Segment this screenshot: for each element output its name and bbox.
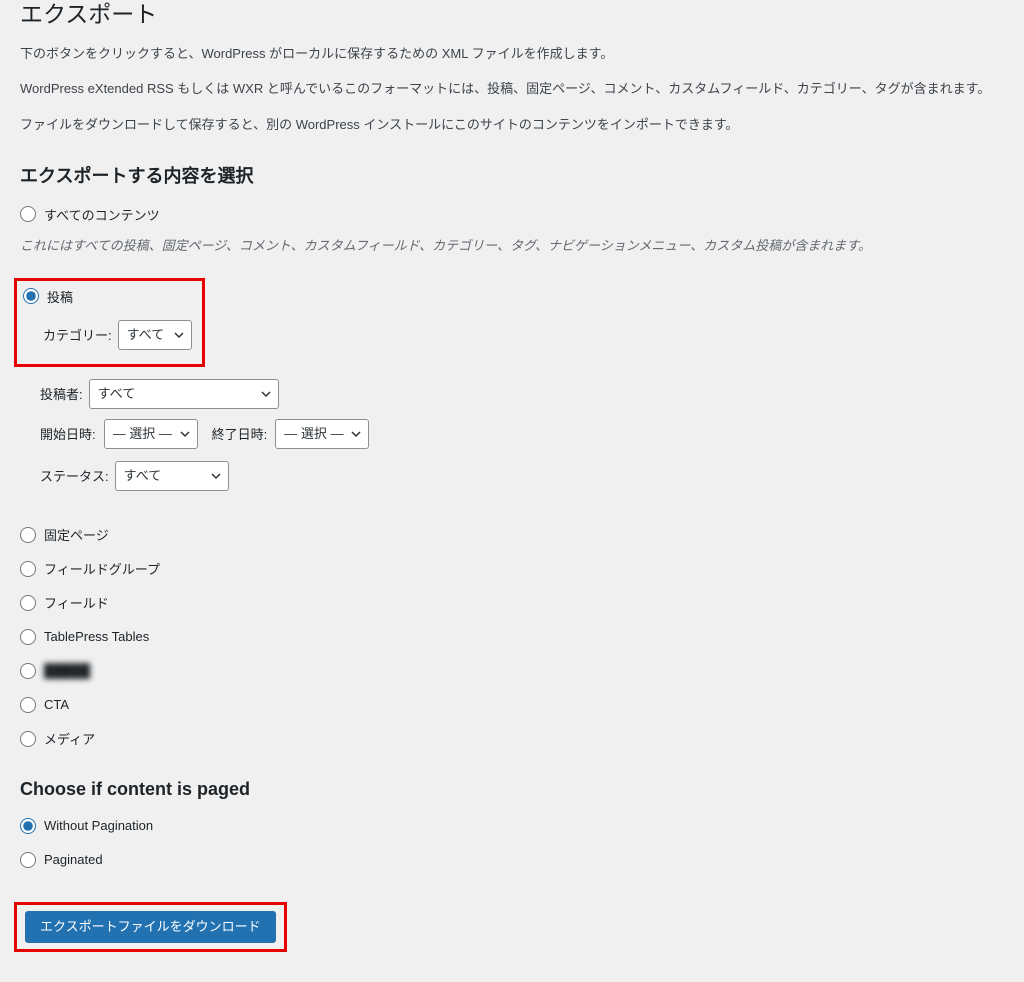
radio-paginated-label[interactable]: Paginated [44, 852, 103, 867]
start-date-label: 開始日時: [40, 424, 96, 443]
page-title: エクスポート [20, 0, 1004, 30]
all-content-note: これにはすべての投稿、固定ページ、コメント、カスタムフィールド、カテゴリー、タグ… [20, 236, 1004, 256]
radio-fields-label[interactable]: フィールド [44, 593, 109, 612]
radio-field-groups-label[interactable]: フィールドグループ [44, 559, 160, 578]
choose-content-heading: エクスポートする内容を選択 [20, 162, 1004, 188]
highlight-download-box: エクスポートファイルをダウンロード [14, 902, 287, 952]
radio-field-groups[interactable] [20, 561, 36, 577]
radio-all-content-label[interactable]: すべてのコンテンツ [44, 205, 160, 224]
radio-without-pagination-label[interactable]: Without Pagination [44, 818, 153, 833]
export-description-2: WordPress eXtended RSS もしくは WXR と呼んでいるこの… [20, 79, 1004, 99]
radio-posts-label[interactable]: 投稿 [47, 287, 73, 306]
export-description-3: ファイルをダウンロードして保存すると、別の WordPress インストールにこ… [20, 115, 1004, 135]
radio-cta-label[interactable]: CTA [44, 697, 69, 712]
export-description-1: 下のボタンをクリックすると、WordPress がローカルに保存するための XM… [20, 44, 1004, 64]
radio-media[interactable] [20, 731, 36, 747]
radio-tablepress[interactable] [20, 629, 36, 645]
radio-all-content[interactable] [20, 206, 36, 222]
category-label: カテゴリー: [43, 325, 112, 344]
radio-pages-label[interactable]: 固定ページ [44, 525, 109, 544]
status-label: ステータス: [40, 466, 109, 485]
radio-tablepress-label[interactable]: TablePress Tables [44, 629, 149, 644]
radio-paginated[interactable] [20, 852, 36, 868]
pagination-heading: Choose if content is paged [20, 779, 1004, 800]
radio-posts[interactable] [23, 288, 39, 304]
radio-redacted-label[interactable]: █████ [44, 663, 90, 678]
radio-redacted[interactable] [20, 663, 36, 679]
start-date-select[interactable]: — 選択 — [104, 419, 198, 449]
author-select[interactable]: すべて [89, 379, 279, 409]
radio-media-label[interactable]: メディア [44, 729, 95, 748]
author-label: 投稿者: [40, 384, 83, 403]
status-select[interactable]: すべて [115, 461, 229, 491]
radio-cta[interactable] [20, 697, 36, 713]
radio-without-pagination[interactable] [20, 818, 36, 834]
radio-fields[interactable] [20, 595, 36, 611]
radio-pages[interactable] [20, 527, 36, 543]
end-date-select[interactable]: — 選択 — [275, 419, 369, 449]
radio-all-content-row: すべてのコンテンツ [20, 202, 1004, 226]
category-select[interactable]: すべて [118, 320, 192, 350]
highlight-posts-box: 投稿 カテゴリー: すべて [14, 278, 205, 367]
end-date-label: 終了日時: [212, 424, 268, 443]
download-export-button[interactable]: エクスポートファイルをダウンロード [25, 911, 276, 943]
